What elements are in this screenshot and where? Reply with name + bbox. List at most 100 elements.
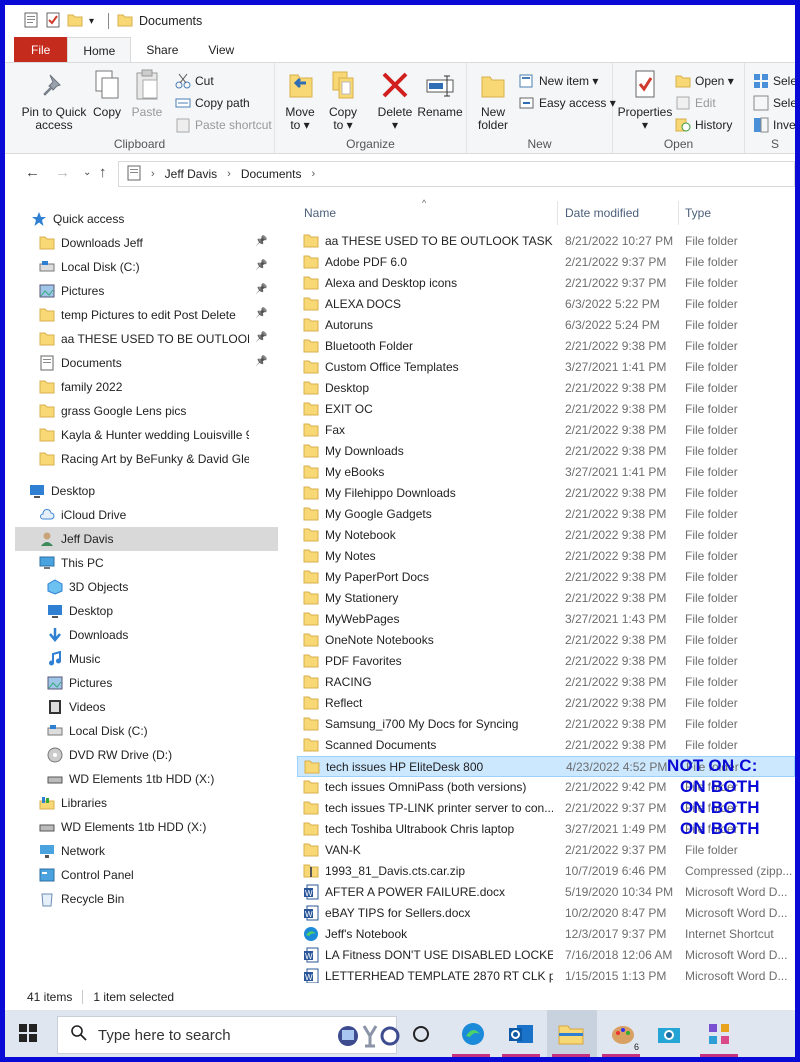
forward-arrow-icon[interactable]: → xyxy=(55,164,70,181)
tab-share[interactable]: Share xyxy=(131,37,193,63)
file-row[interactable]: Scanned Documents 2/21/2022 9:38 PM File f… xyxy=(297,735,795,756)
nav-desktop[interactable]: Desktop xyxy=(29,479,249,503)
file-row[interactable]: WeBAY TIPS for Sellers.docx 10/2/2020 8:4… xyxy=(297,903,795,924)
column-separator[interactable] xyxy=(557,201,558,225)
breadcrumb-chevron-icon[interactable]: › xyxy=(312,168,316,180)
breadcrumb-documents[interactable]: Documents xyxy=(241,167,302,181)
tab-view[interactable]: View xyxy=(193,37,249,63)
pin-icon[interactable]: 📌 xyxy=(255,236,267,247)
file-row[interactable]: My Notebook 2/21/2022 9:38 PM File folder xyxy=(297,525,795,546)
paint-app-icon[interactable]: 6 xyxy=(609,1020,639,1052)
nav-this-pc[interactable]: This PC xyxy=(39,551,249,575)
task-view-icon[interactable] xyxy=(407,1020,435,1048)
breadcrumb-jeff-davis[interactable]: Jeff Davis xyxy=(165,167,217,181)
column-header-type[interactable]: Type xyxy=(680,198,790,228)
file-row[interactable]: Adobe PDF 6.0 2/21/2022 9:37 PM File folde… xyxy=(297,252,795,273)
file-row[interactable]: PDF Favorites 2/21/2022 9:38 PM File folde… xyxy=(297,651,795,672)
properties-icon[interactable] xyxy=(45,12,61,31)
nav-recycle-bin[interactable]: Recycle Bin xyxy=(39,887,249,911)
file-row[interactable]: Fax 2/21/2022 9:38 PM File folder xyxy=(297,420,795,441)
easy-access-button[interactable]: Easy access ▾ xyxy=(519,95,616,111)
file-row[interactable]: My Notes 2/21/2022 9:38 PM File folder xyxy=(297,546,795,567)
file-row[interactable]: Jeff's Notebook 12/3/2017 9:37 PM Internet… xyxy=(297,924,795,945)
nav-quick-item[interactable]: Racing Art by BeFunky & David Gleich 8 xyxy=(39,447,249,471)
address-bar[interactable]: › Jeff Davis › Documents › xyxy=(118,161,795,187)
file-row[interactable]: Custom Office Templates 3/27/2021 1:41 PM… xyxy=(297,357,795,378)
nav-network[interactable]: Network xyxy=(39,839,249,863)
camera-app-icon[interactable] xyxy=(655,1020,683,1048)
delete-button[interactable]: Delete ▾ xyxy=(375,67,415,132)
nav-pc-item[interactable]: Desktop xyxy=(47,599,249,623)
nav-quick-item[interactable]: Kayla & Hunter wedding Louisville 9-23- xyxy=(39,423,249,447)
outlook-icon[interactable] xyxy=(507,1020,535,1048)
nav-quick-access[interactable]: Quick access xyxy=(31,207,249,231)
file-row[interactable]: RACING 2/21/2022 9:38 PM File folder xyxy=(297,672,795,693)
recent-locations-chevron-icon[interactable]: ⌄ xyxy=(83,167,91,178)
file-row[interactable]: W LA Fitness DON'T USE DISABLED LOCKER...… xyxy=(297,945,795,966)
cut-button[interactable]: Cut xyxy=(175,73,214,89)
file-row[interactable]: Bluetooth Folder 2/21/2022 9:38 PM File fo… xyxy=(297,336,795,357)
select-all-button[interactable]: Sele xyxy=(753,73,795,89)
file-row[interactable]: OneNote Notebooks 2/21/2022 9:38 PM File f… xyxy=(297,630,795,651)
nav-wd-elements[interactable]: WD Elements 1tb HDD (X:) xyxy=(39,815,249,839)
nav-icloud-drive[interactable]: iCloud Drive xyxy=(39,503,249,527)
rename-button[interactable]: Rename xyxy=(417,67,463,119)
file-row[interactable]: MyWebPages 3/27/2021 1:43 PM File folder xyxy=(297,609,795,630)
file-row[interactable]: aa THESE USED TO BE OUTLOOK TASKS 8/21/20… xyxy=(297,231,795,252)
nav-quick-item[interactable]: Downloads Jeff xyxy=(39,231,249,255)
properties-button[interactable]: Properties ▾ xyxy=(617,67,673,132)
file-row[interactable]: Autoruns 6/3/2022 5:24 PM File folder xyxy=(297,315,795,336)
copy-button[interactable]: Copy xyxy=(89,67,125,119)
back-arrow-icon[interactable]: ← xyxy=(25,164,40,181)
nav-pc-item[interactable]: Local Disk (C:) xyxy=(47,719,249,743)
history-button[interactable]: History xyxy=(675,117,732,133)
qat-dropdown-icon[interactable]: ▾ xyxy=(89,16,94,27)
file-row[interactable]: ALEXA DOCS 6/3/2022 5:22 PM File folder xyxy=(297,294,795,315)
nav-libraries[interactable]: Libraries xyxy=(39,791,249,815)
nav-pc-item[interactable]: Downloads xyxy=(47,623,249,647)
new-item-button[interactable]: New item ▾ xyxy=(519,73,598,89)
nav-pc-item[interactable]: Music xyxy=(47,647,249,671)
nav-quick-item[interactable]: temp Pictures to edit Post Delete xyxy=(39,303,249,327)
file-row[interactable]: My Filehippo Downloads 2/21/2022 9:38 PM F… xyxy=(297,483,795,504)
nav-control-panel[interactable]: Control Panel xyxy=(39,863,249,887)
tab-file[interactable]: File xyxy=(14,37,68,63)
pin-icon[interactable]: 📌 xyxy=(255,260,267,271)
explorer-doc-icon[interactable] xyxy=(23,12,39,31)
open-button[interactable]: Open ▾ xyxy=(675,73,734,89)
taskbar-search-box[interactable]: Type here to search xyxy=(57,1016,400,1054)
column-header-date[interactable]: Date modified xyxy=(560,198,678,228)
nav-pc-item[interactable]: Videos xyxy=(47,695,249,719)
file-row[interactable]: EXIT OC 2/21/2022 9:38 PM File folder xyxy=(297,399,795,420)
nav-quick-item[interactable]: family 2022 xyxy=(39,375,249,399)
breadcrumb-chevron-icon[interactable]: › xyxy=(151,168,155,180)
paste-shortcut-button[interactable]: Paste shortcut xyxy=(175,117,272,133)
nav-pc-item[interactable]: WD Elements 1tb HDD (X:) xyxy=(47,767,249,791)
windows-start-icon[interactable] xyxy=(19,1024,37,1045)
edit-button[interactable]: Edit xyxy=(675,95,716,111)
file-row[interactable]: Samsung_i700 My Docs for Syncing 2/21/202… xyxy=(297,714,795,735)
snip-tool-icon[interactable] xyxy=(705,1020,733,1048)
file-row[interactable]: My Downloads 2/21/2022 9:38 PM File folder xyxy=(297,441,795,462)
tab-home[interactable]: Home xyxy=(67,37,132,63)
copy-path-button[interactable]: Copy path xyxy=(175,95,250,111)
pin-icon[interactable]: 📌 xyxy=(255,284,267,295)
file-row[interactable]: My Stationery 2/21/2022 9:38 PM File folde… xyxy=(297,588,795,609)
file-row[interactable]: My eBooks 3/27/2021 1:41 PM File folder xyxy=(297,462,795,483)
file-row[interactable]: 1993_81_Davis.cts.car.zip 10/7/2019 6:46 … xyxy=(297,861,795,882)
pin-icon[interactable]: 📌 xyxy=(255,356,267,367)
file-row[interactable]: W LETTERHEAD TEMPLATE 2870 RT CLK pick...… xyxy=(297,966,795,983)
new-folder-icon[interactable] xyxy=(67,12,83,31)
nav-quick-item[interactable]: Documents xyxy=(39,351,249,375)
file-row[interactable]: Reflect 2/21/2022 9:38 PM File folder xyxy=(297,693,795,714)
nav-pc-item[interactable]: Pictures xyxy=(47,671,249,695)
file-row[interactable]: Alexa and Desktop icons 2/21/2022 9:37 PM… xyxy=(297,273,795,294)
file-row[interactable]: W AFTER A POWER FAILURE.docx 5/19/2020 10:… xyxy=(297,882,795,903)
nav-quick-item[interactable]: aa THESE USED TO BE OUTLOOK TASKS xyxy=(39,327,249,351)
column-header-name[interactable]: Name xyxy=(299,198,557,228)
move-to-button[interactable]: Move to ▾ xyxy=(285,67,315,132)
nav-quick-item[interactable]: grass Google Lens pics xyxy=(39,399,249,423)
file-row[interactable]: My Google Gadgets 2/21/2022 9:38 PM File f… xyxy=(297,504,795,525)
select-none-button[interactable]: Sele xyxy=(753,95,795,111)
up-arrow-icon[interactable]: ↑ xyxy=(99,164,107,181)
